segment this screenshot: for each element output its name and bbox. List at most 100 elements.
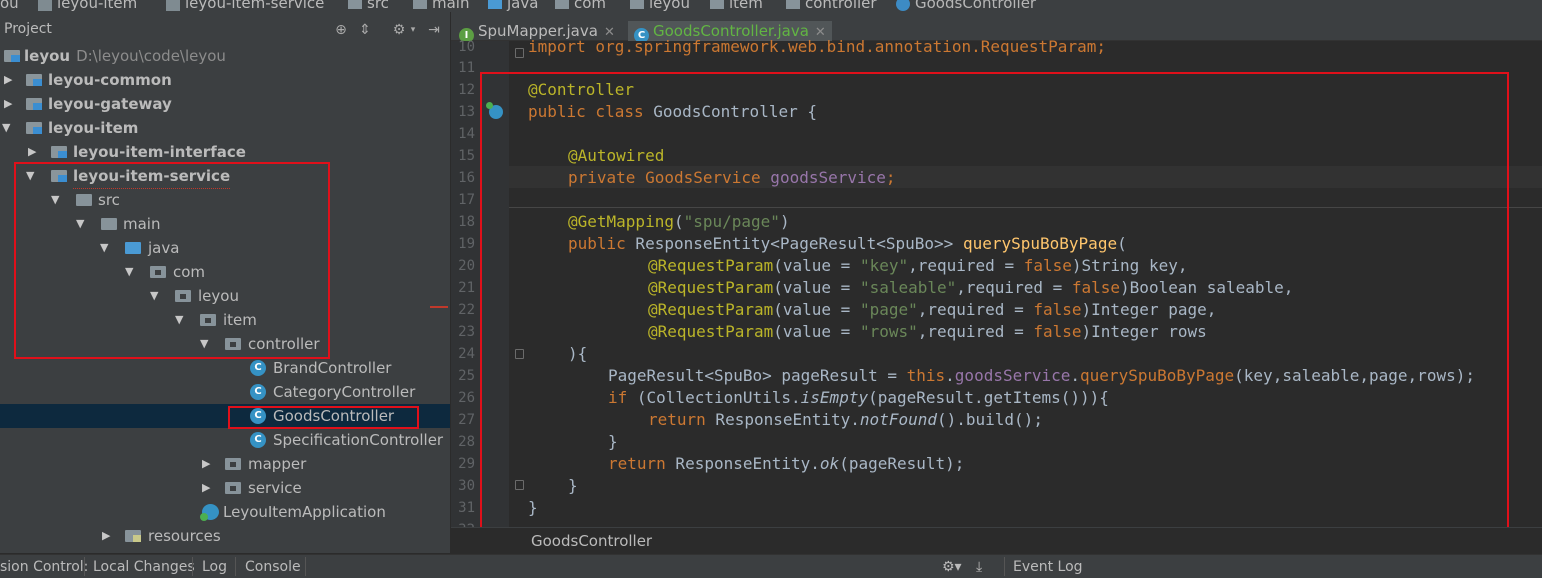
tree-item-item[interactable]: ▼ item xyxy=(0,308,450,332)
tab-version-control[interactable]: sion Control: xyxy=(0,559,88,575)
package-icon xyxy=(225,458,241,470)
chevron-down-icon[interactable]: ▼ xyxy=(2,116,14,140)
gear-icon[interactable]: ⚙▾ xyxy=(942,559,962,575)
divider xyxy=(1004,557,1005,576)
tab-log[interactable]: Log xyxy=(202,559,227,575)
chevron-down-icon[interactable]: ▾ xyxy=(405,22,421,38)
chevron-right-icon[interactable]: ▶ xyxy=(202,452,214,476)
breadcrumb-item-leyou-item[interactable]: leyou-item xyxy=(38,0,137,12)
package-icon xyxy=(786,0,800,9)
breadcrumb-item-com[interactable]: com xyxy=(555,0,606,12)
tab-event-log[interactable]: Event Log xyxy=(1013,559,1083,575)
tree-item-java[interactable]: ▼ java xyxy=(0,236,450,260)
fold-marker-icon[interactable] xyxy=(515,48,524,58)
tree-item-leyou-common[interactable]: ▶ leyou-common xyxy=(0,68,450,92)
breadcrumb-item-root[interactable]: ou xyxy=(0,0,19,12)
class-icon: C xyxy=(250,408,266,424)
download-icon[interactable]: ⤓ xyxy=(976,559,982,575)
chevron-down-icon[interactable]: ▼ xyxy=(125,260,137,284)
package-icon xyxy=(710,0,724,9)
divider xyxy=(192,557,193,576)
chevron-down-icon[interactable]: ▼ xyxy=(200,332,212,356)
code-line-12: @Controller xyxy=(528,80,634,99)
hide-panel-icon[interactable]: ⇥ xyxy=(426,22,442,38)
tree-item-mapper[interactable]: ▶ mapper xyxy=(0,452,450,476)
chevron-right-icon[interactable]: ▶ xyxy=(28,140,40,164)
tree-item-leyou-gateway[interactable]: ▶ leyou-gateway xyxy=(0,92,450,116)
chevron-right-icon[interactable]: ▶ xyxy=(4,92,16,116)
tree-item-categorycontroller[interactable]: C CategoryController xyxy=(0,380,450,404)
breadcrumb-item-java[interactable]: java xyxy=(488,0,538,12)
module-folder-icon xyxy=(51,146,67,158)
chevron-down-icon[interactable]: ▼ xyxy=(100,236,112,260)
chevron-down-icon[interactable]: ▼ xyxy=(26,164,38,188)
code-line-19: public ResponseEntity<PageResult<SpuBo>>… xyxy=(568,234,1127,253)
line-number: 21 xyxy=(458,280,475,296)
fold-marker-icon[interactable] xyxy=(515,480,524,490)
locate-icon[interactable]: ⊕ xyxy=(333,22,349,38)
line-number: 13 xyxy=(458,104,475,120)
chevron-right-icon[interactable]: ▶ xyxy=(4,68,16,92)
breadcrumb-item-main[interactable]: main xyxy=(413,0,469,12)
tree-item-resources[interactable]: ▶ resources xyxy=(0,524,450,548)
code-line-26: if (CollectionUtils.isEmpty(pageResult.g… xyxy=(608,388,1109,407)
package-icon xyxy=(630,0,644,9)
code-line-28: } xyxy=(608,432,618,451)
line-number: 30 xyxy=(458,478,475,494)
project-panel-title: Project xyxy=(4,21,52,37)
tree-item-brandcontroller[interactable]: C BrandController xyxy=(0,356,450,380)
tab-local-changes[interactable]: Local Changes xyxy=(93,559,195,575)
method-separator xyxy=(509,207,1542,208)
line-number: 17 xyxy=(458,192,475,208)
line-number: 25 xyxy=(458,368,475,384)
chevron-down-icon[interactable]: ▼ xyxy=(76,212,88,236)
fold-marker-icon[interactable] xyxy=(515,349,524,359)
breadcrumb-item-controller[interactable]: controller xyxy=(786,0,877,12)
resources-folder-icon xyxy=(125,530,141,542)
tree-item-com[interactable]: ▼ com xyxy=(0,260,450,284)
line-number: 10 xyxy=(458,39,475,55)
chevron-right-icon[interactable]: ▶ xyxy=(102,524,114,548)
package-icon xyxy=(150,266,166,278)
spring-bean-icon[interactable] xyxy=(486,102,503,119)
tab-console[interactable]: Console xyxy=(245,559,301,575)
module-folder-icon xyxy=(26,122,42,134)
folder-icon xyxy=(348,0,362,9)
line-number: 14 xyxy=(458,126,475,142)
breadcrumb-item-leyou[interactable]: leyou xyxy=(630,0,690,12)
tree-item-leyou-package[interactable]: ▼ leyou xyxy=(0,284,450,308)
package-icon xyxy=(200,314,216,326)
breadcrumb-item-src[interactable]: src xyxy=(348,0,389,12)
chevron-down-icon[interactable]: ▼ xyxy=(150,284,162,308)
editor-breadcrumb: GoodsController xyxy=(451,527,1542,554)
module-folder-icon xyxy=(26,74,42,86)
folder-icon xyxy=(101,218,117,230)
tree-item-specificationcontroller[interactable]: C SpecificationController xyxy=(0,428,450,452)
tree-item-leyou-item-service[interactable]: ▼ leyou-item-service xyxy=(0,164,450,189)
class-icon: C xyxy=(250,360,266,376)
chevron-right-icon[interactable]: ▶ xyxy=(202,476,214,500)
tree-item-goodscontroller[interactable]: C GoodsController xyxy=(0,404,450,428)
line-number: 31 xyxy=(458,500,475,516)
class-icon xyxy=(896,0,910,11)
source-folder-icon xyxy=(125,242,141,254)
chevron-down-icon[interactable]: ▼ xyxy=(51,188,63,212)
tree-item-leyouitemapplication[interactable]: LeyouItemApplication xyxy=(0,500,450,524)
collapse-all-icon[interactable]: ⇕ xyxy=(357,22,373,38)
tree-item-main[interactable]: ▼ main xyxy=(0,212,450,236)
chevron-down-icon[interactable]: ▼ xyxy=(175,308,187,332)
tool-window-bar: sion Control: Local Changes Log Console … xyxy=(0,554,1542,578)
tree-item-leyou-item-interface[interactable]: ▶ leyou-item-interface xyxy=(0,140,450,164)
tree-item-leyou[interactable]: leyou D:\leyou\code\leyou xyxy=(0,44,450,68)
tree-item-src[interactable]: ▼ src xyxy=(0,188,450,212)
code-line-29: return ResponseEntity.ok(pageResult); xyxy=(608,454,965,473)
tree-item-service[interactable]: ▶ service xyxy=(0,476,450,500)
breadcrumb-item-goodscontroller[interactable]: GoodsController xyxy=(896,0,1036,12)
package-icon xyxy=(175,290,191,302)
tree-item-leyou-item[interactable]: ▼ leyou-item xyxy=(0,116,450,140)
editor-breadcrumb-item[interactable]: GoodsController xyxy=(531,532,652,550)
breadcrumb-item-item[interactable]: item xyxy=(710,0,763,12)
breadcrumb-item-leyou-item-service[interactable]: leyou-item-service xyxy=(166,0,324,12)
code-line-13: public class GoodsController { xyxy=(528,102,817,121)
tree-item-controller[interactable]: ▼ controller xyxy=(0,332,450,356)
